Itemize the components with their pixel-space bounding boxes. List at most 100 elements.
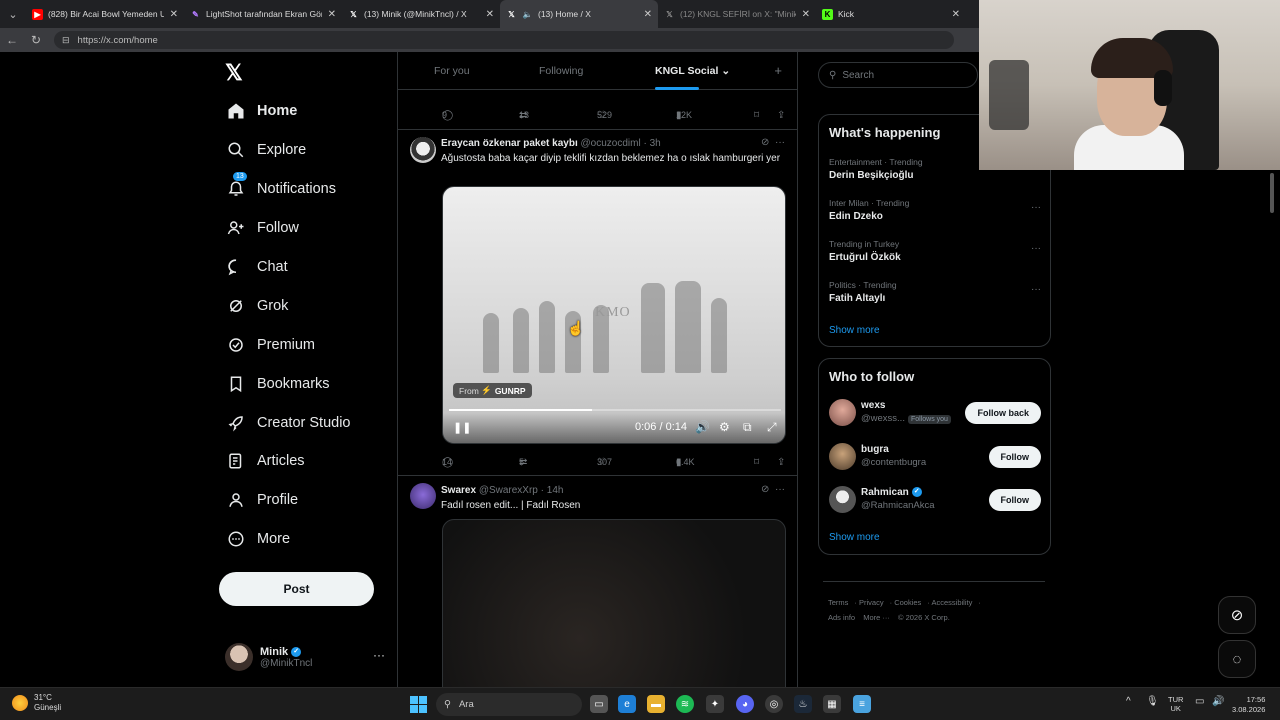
input-language[interactable]: TUR UK xyxy=(1168,695,1183,713)
chrome-icon[interactable]: ◎ xyxy=(765,695,783,713)
follow-suggestion[interactable]: Rahmican ✓ @RahmicanAkca Follow xyxy=(829,486,1041,516)
edge-icon[interactable]: e xyxy=(618,695,636,713)
tweet-handle[interactable]: @SwarexXrp xyxy=(479,485,538,496)
tweet-time[interactable]: · 14h xyxy=(541,485,564,496)
audio-icon[interactable]: 🔈 xyxy=(522,9,533,20)
nav-item-explore[interactable]: Explore xyxy=(225,135,306,165)
grok-icon[interactable]: ⊘ xyxy=(761,137,769,148)
nav-item-articles[interactable]: Articles xyxy=(225,446,305,476)
browser-tab[interactable]: 𝕏 (13) Minik (@MinikTncl) / X ✕ xyxy=(342,0,500,28)
network-app-icon[interactable]: ✦ xyxy=(706,695,724,713)
post-button[interactable]: Post xyxy=(219,572,374,606)
more-options-icon[interactable]: ··· xyxy=(1031,202,1041,213)
taskbar-search[interactable]: ⚲ Ara xyxy=(436,693,582,716)
follow-back-button[interactable]: Follow back xyxy=(965,402,1041,424)
nav-item-notifications[interactable]: 13 Notifications xyxy=(225,172,336,204)
trend-item[interactable]: Trending in Turkey Ertuğrul Özkök ··· xyxy=(829,239,1041,263)
picture-in-picture-icon[interactable]: ⧉ xyxy=(743,420,752,435)
footer-link-terms[interactable]: Terms xyxy=(828,598,848,607)
settings-icon[interactable]: ⚙ xyxy=(719,420,730,434)
more-options-icon[interactable]: ··· xyxy=(1031,284,1041,295)
url-field[interactable]: ⊟ https://x.com/home xyxy=(54,31,954,49)
footer-link-more[interactable]: More ··· xyxy=(863,613,890,622)
calculator-icon[interactable]: ▦ xyxy=(823,695,841,713)
browser-tab-active[interactable]: 𝕏 🔈 (13) Home / X ✕ xyxy=(500,0,658,28)
fullscreen-icon[interactable]: ⤢ xyxy=(767,420,777,435)
nav-item-home[interactable]: Home xyxy=(225,96,297,126)
nav-item-creator-studio[interactable]: Creator Studio xyxy=(225,408,351,438)
nav-item-chat[interactable]: Chat xyxy=(225,252,288,282)
avatar[interactable] xyxy=(410,137,436,163)
volume-icon[interactable]: 🔊 xyxy=(695,420,710,434)
file-explorer-icon[interactable]: ▬ xyxy=(647,695,665,713)
more-options-icon[interactable]: ··· xyxy=(373,648,385,662)
pause-icon[interactable]: ❚❚ xyxy=(453,421,471,434)
close-tab-icon[interactable]: ✕ xyxy=(486,9,494,20)
close-tab-icon[interactable]: ✕ xyxy=(328,9,336,20)
tweet-author[interactable]: Swarex xyxy=(441,485,476,496)
nav-item-premium[interactable]: Premium xyxy=(225,330,315,360)
follow-button[interactable]: Follow xyxy=(988,489,1041,511)
show-more-link[interactable]: Show more xyxy=(829,325,880,336)
more-options-icon[interactable]: ··· xyxy=(775,484,785,495)
tab-for-you[interactable]: For you xyxy=(434,65,470,77)
steam-icon[interactable]: ♨ xyxy=(794,695,812,713)
tab-following[interactable]: Following xyxy=(539,65,583,77)
video-source-pill[interactable]: From ⚡ GUNRP xyxy=(453,383,532,398)
page-scrollbar[interactable] xyxy=(1268,170,1276,687)
footer-link-cookies[interactable]: Cookies xyxy=(894,598,921,607)
video-progress-bar[interactable] xyxy=(449,409,781,411)
account-switcher[interactable]: Minik ✓ @MinikTncl ··· xyxy=(225,640,395,674)
task-view-icon[interactable]: ▭ xyxy=(590,695,608,713)
volume-icon[interactable]: 🔊 xyxy=(1212,696,1224,707)
footer-link-accessibility[interactable]: Accessibility xyxy=(931,598,972,607)
back-icon[interactable]: ← xyxy=(0,33,24,47)
browser-tab[interactable]: K Kick ✕ xyxy=(816,0,966,28)
tweet-author[interactable]: Eraycan özkenar paket kaybı xyxy=(441,138,578,149)
browser-tab[interactable]: ✎ LightShot tarafından Ekran Görün ✕ xyxy=(184,0,342,28)
more-options-icon[interactable]: ··· xyxy=(775,137,785,148)
close-tab-icon[interactable]: ✕ xyxy=(170,9,178,20)
weather-widget[interactable]: 31°C Güneşli xyxy=(12,693,61,713)
nav-item-bookmarks[interactable]: Bookmarks xyxy=(225,369,330,399)
network-icon[interactable]: ▭ xyxy=(1195,696,1204,707)
avatar[interactable] xyxy=(410,483,436,509)
tray-chevron-icon[interactable]: ^ xyxy=(1126,696,1131,707)
scrollbar-thumb[interactable] xyxy=(1270,173,1274,213)
close-tab-icon[interactable]: ✕ xyxy=(802,9,810,20)
nav-item-profile[interactable]: Profile xyxy=(225,485,298,515)
nav-item-more[interactable]: More xyxy=(225,524,290,554)
video-player[interactable] xyxy=(442,519,786,687)
footer-link-privacy[interactable]: Privacy xyxy=(859,598,884,607)
tweet-handle[interactable]: @ocuzocdiml xyxy=(581,138,641,149)
more-options-icon[interactable]: ··· xyxy=(1031,243,1041,254)
follow-button[interactable]: Follow xyxy=(988,446,1041,468)
grok-icon[interactable]: ⊘ xyxy=(761,484,769,495)
tab-kngl-social[interactable]: KNGL Social ⌄ xyxy=(655,65,730,77)
close-tab-icon[interactable]: ✕ xyxy=(644,9,652,20)
windows-start-icon[interactable] xyxy=(410,696,427,713)
footer-link-ads[interactable]: Ads info xyxy=(828,613,855,622)
site-info-icon[interactable]: ⊟ xyxy=(62,35,70,46)
follow-suggestion[interactable]: wexs @wexss... Follows you Follow back xyxy=(829,399,1041,429)
chat-float-button[interactable]: ◌ xyxy=(1218,640,1256,678)
close-tab-icon[interactable]: ✕ xyxy=(952,9,960,20)
trend-item[interactable]: Politics · Trending Fatih Altaylı ··· xyxy=(829,280,1041,304)
show-more-link[interactable]: Show more xyxy=(829,532,880,543)
search-input[interactable]: ⚲ Search xyxy=(818,62,978,88)
spotify-icon[interactable]: ≋ xyxy=(676,695,694,713)
notepad-icon[interactable]: ≡ xyxy=(853,695,871,713)
add-tab-icon[interactable]: + xyxy=(774,63,782,78)
follow-suggestion[interactable]: bugra @contentbugra Follow xyxy=(829,443,1041,473)
discord-icon[interactable]: ◕ xyxy=(736,695,754,713)
browser-tab[interactable]: 𝕏 (12) KNGL SEFİRİ on X: "Minik sik ✕ xyxy=(658,0,816,28)
nav-item-follow[interactable]: Follow xyxy=(225,213,299,243)
grok-float-button[interactable]: ⊘ xyxy=(1218,596,1256,634)
microphone-icon[interactable]: 🎙 xyxy=(1146,696,1159,707)
reload-icon[interactable]: ↻ xyxy=(24,33,48,47)
trend-item[interactable]: Inter Milan · Trending Edin Dzeko ··· xyxy=(829,198,1041,222)
browser-tab[interactable]: ▶ (828) Bir Acai Bowl Yemeden Uyan ✕ xyxy=(26,0,184,28)
video-player[interactable]: KMO From ⚡ GUNRP ❚❚ 0:06 / 0:14 🔊 ⚙ ⧉ ⤢ xyxy=(442,186,786,444)
nav-item-grok[interactable]: Grok xyxy=(225,291,288,321)
tweet-time[interactable]: · 3h xyxy=(643,138,660,149)
